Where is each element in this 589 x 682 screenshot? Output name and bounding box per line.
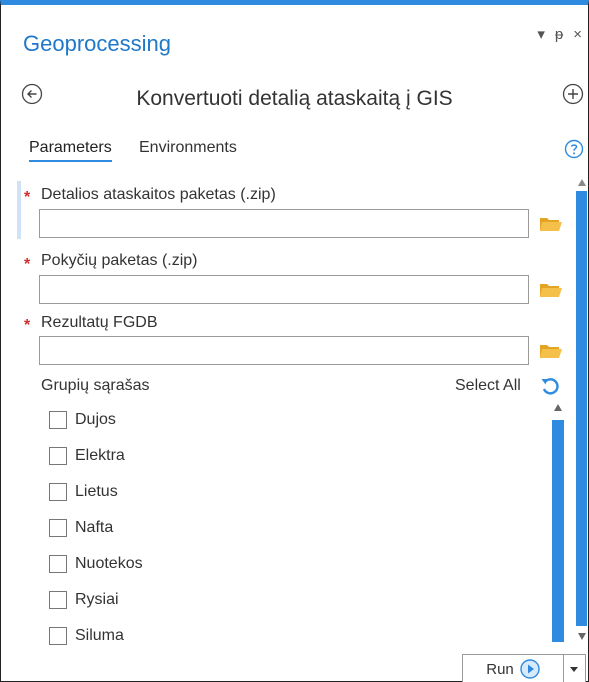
group-list-label: Grupių sąrašas xyxy=(41,377,150,394)
list-item-label: Siluma xyxy=(75,627,124,644)
list-item-label: Rysiai xyxy=(75,591,119,608)
list-item[interactable]: Dujos xyxy=(49,409,116,431)
tab-parameters[interactable]: Parameters xyxy=(29,139,112,162)
list-item-label: Lietus xyxy=(75,483,118,500)
list-item-label: Elektra xyxy=(75,447,125,464)
pane-scrollbar-thumb[interactable] xyxy=(576,191,587,626)
pin-button[interactable]: ᵽ xyxy=(555,27,563,43)
checkbox[interactable] xyxy=(49,483,67,501)
folder-icon[interactable] xyxy=(539,280,563,300)
required-marker: * xyxy=(24,189,31,206)
list-item[interactable]: Elektra xyxy=(49,445,125,467)
required-marker: * xyxy=(24,256,31,273)
play-icon xyxy=(520,659,540,679)
folder-icon[interactable] xyxy=(539,214,563,234)
required-marker: * xyxy=(24,317,31,334)
list-item[interactable]: Nuotekos xyxy=(49,553,143,575)
param-label-result-fgdb: Rezultatų FGDB xyxy=(41,314,158,331)
result-fgdb-input[interactable] xyxy=(39,336,529,365)
checkbox[interactable] xyxy=(49,411,67,429)
list-item-label: Nafta xyxy=(75,519,114,536)
run-button[interactable]: Run xyxy=(462,654,564,682)
list-scroll-up-arrow[interactable] xyxy=(554,404,562,411)
active-parameter-indicator xyxy=(17,181,21,239)
pane-title: Geoprocessing xyxy=(23,31,171,56)
detail-package-input[interactable] xyxy=(39,209,529,238)
add-circle-icon[interactable] xyxy=(562,83,584,105)
pane-window-controls: ▾ ᵽ × xyxy=(537,27,582,43)
folder-icon[interactable] xyxy=(539,341,563,361)
list-item-label: Nuotekos xyxy=(75,555,143,572)
geoprocessing-pane: Geoprocessing ▾ ᵽ × Konvertuoti detalią … xyxy=(0,0,589,682)
param-label-changes-package: Pokyčių paketas (.zip) xyxy=(41,252,198,269)
tab-environments[interactable]: Environments xyxy=(139,139,237,157)
list-item[interactable]: Siluma xyxy=(49,625,124,645)
checkbox[interactable] xyxy=(49,447,67,465)
close-button[interactable]: × xyxy=(573,27,582,43)
run-label: Run xyxy=(486,660,514,678)
group-checkbox-list: Dujos Elektra Lietus Nafta Nuotekos Rysi… xyxy=(39,403,567,645)
list-item[interactable]: Nafta xyxy=(49,517,113,539)
changes-package-input[interactable] xyxy=(39,275,529,304)
pane-scroll-down-arrow[interactable] xyxy=(578,633,586,640)
checkbox[interactable] xyxy=(49,555,67,573)
reset-icon[interactable] xyxy=(539,375,561,397)
pane-menu-button[interactable]: ▾ xyxy=(537,27,545,43)
param-label-detail-package: Detalios ataskaitos paketas (.zip) xyxy=(41,186,276,203)
checkbox[interactable] xyxy=(49,519,67,537)
tool-title: Konvertuoti detalią ataskaitą į GIS xyxy=(136,87,453,110)
list-scrollbar-thumb[interactable] xyxy=(552,420,564,642)
select-all-button[interactable]: Select All xyxy=(455,377,521,395)
list-item-label: Dujos xyxy=(75,411,116,428)
run-dropdown-button[interactable] xyxy=(564,654,586,682)
checkbox[interactable] xyxy=(49,627,67,645)
checkbox[interactable] xyxy=(49,591,67,609)
help-icon[interactable] xyxy=(564,139,584,159)
pane-scroll-up-arrow[interactable] xyxy=(578,179,586,186)
list-item[interactable]: Lietus xyxy=(49,481,118,503)
list-item[interactable]: Rysiai xyxy=(49,589,119,611)
